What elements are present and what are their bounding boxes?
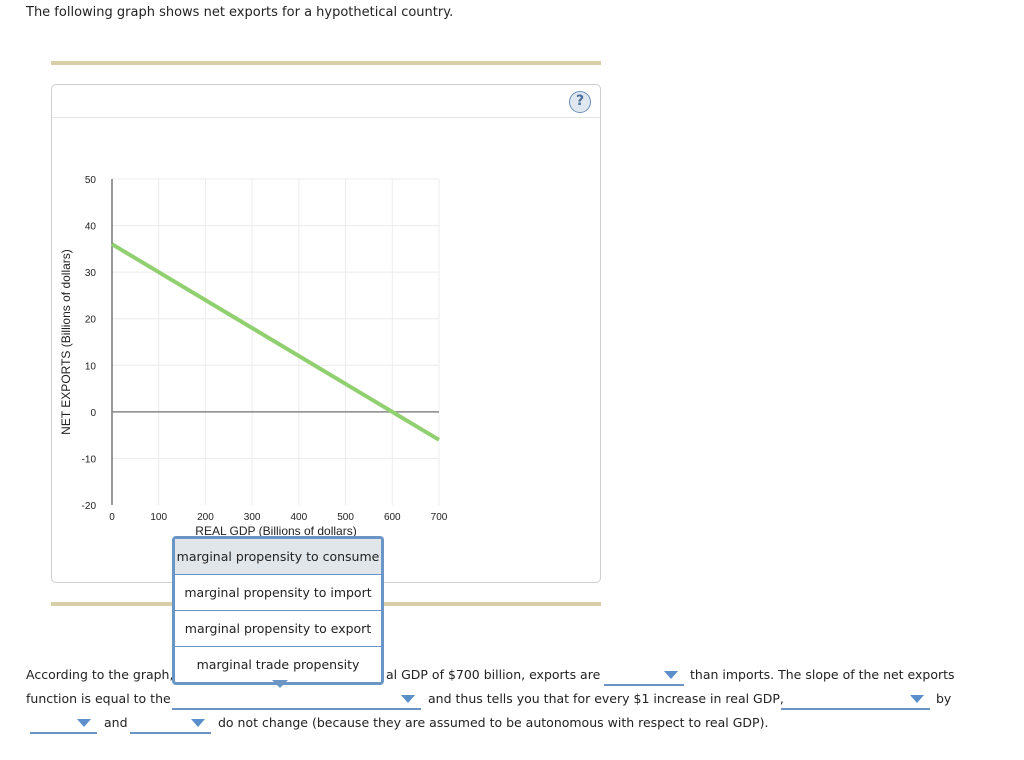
x-tick-label: 500	[337, 512, 354, 523]
x-tick-label: 100	[150, 512, 167, 523]
dropdown-option-mpx[interactable]: marginal propensity to export	[175, 611, 381, 647]
x-tick-label: 200	[197, 512, 214, 523]
y-tick-label: -10	[82, 454, 97, 465]
constant-item-select[interactable]	[130, 714, 211, 734]
dropdown-option-mtp[interactable]: marginal trade propensity	[175, 647, 381, 682]
dropdown-pointer	[272, 680, 288, 688]
question-text-2a: function is equal to the	[26, 691, 171, 706]
dropdown-option-mpi[interactable]: marginal propensity to import	[175, 575, 381, 611]
question-text-1c: than imports. The slope of the net expor…	[690, 667, 955, 682]
question-text-2b: and thus tells you that for every $1 inc…	[428, 691, 784, 706]
y-tick-label: 20	[85, 315, 97, 326]
chevron-down-icon	[910, 695, 924, 703]
question-text-3a: and	[104, 715, 128, 730]
net-exports-chart: 0 100 200 300 400 500 600 70050403020100-10-20 …	[59, 175, 448, 538]
y-tick-label: 10	[85, 361, 97, 372]
y-tick-label: 0	[90, 408, 96, 419]
x-tick-label: 0	[109, 512, 115, 523]
y-axis-label: NET EXPORTS (Billions of dollars)	[59, 249, 73, 435]
series-layer	[110, 242, 441, 442]
y-tick-label: 50	[85, 175, 97, 186]
change-amount-select[interactable]	[30, 714, 97, 734]
question-text-3b: do not change (because they are assumed …	[218, 715, 769, 730]
question-text-2c: by	[936, 691, 952, 706]
chevron-down-icon	[191, 719, 205, 727]
x-tick-label: 400	[291, 512, 308, 523]
x-tick-label: 300	[244, 512, 261, 523]
question-text-1a: According to the graph,	[26, 667, 174, 682]
slope-options-dropdown[interactable]: marginal propensity to consume marginal …	[172, 536, 384, 685]
chevron-down-icon	[664, 671, 678, 679]
chevron-down-icon	[77, 719, 91, 727]
y-tick-label: -20	[82, 501, 97, 512]
chevron-down-icon	[401, 695, 415, 703]
tick-labels: 0 100 200 300 400 500 600 70050403020100-10-20	[82, 175, 448, 523]
dropdown-option-mpc[interactable]: marginal propensity to consume	[175, 539, 381, 575]
x-tick-label: 700	[431, 512, 448, 523]
exports-comparison-select[interactable]	[604, 666, 684, 686]
net-exports-line	[110, 242, 441, 442]
x-tick-label: 600	[384, 512, 401, 523]
question-text-1b: al GDP of $700 billion, exports are	[386, 667, 601, 682]
y-tick-label: 30	[85, 268, 97, 279]
y-tick-label: 40	[85, 222, 97, 233]
slope-equal-to-select[interactable]	[172, 690, 421, 710]
change-quantity-select[interactable]	[781, 690, 930, 710]
